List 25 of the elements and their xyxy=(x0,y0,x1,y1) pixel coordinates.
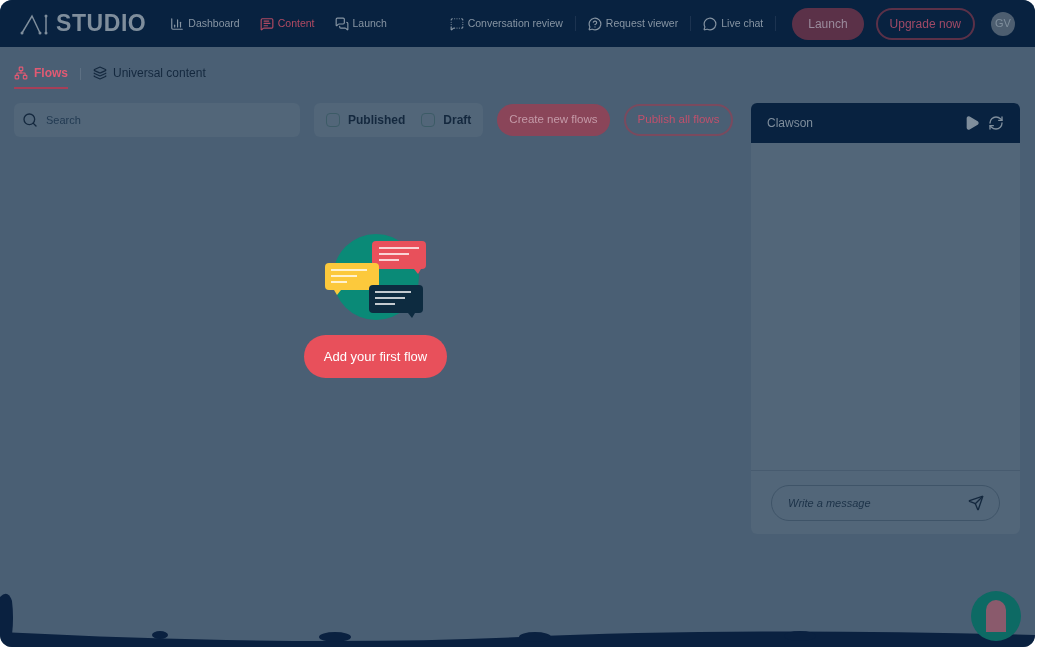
hierarchy-icon xyxy=(14,66,28,80)
tab[interactable]: Flows xyxy=(14,59,68,89)
upgrade-button[interactable]: Upgrade now xyxy=(875,7,975,40)
nav-link[interactable]: Launch xyxy=(334,15,387,32)
mascot-avatar[interactable] xyxy=(971,591,1021,641)
play-icon[interactable] xyxy=(964,115,980,131)
tool-link[interactable]: Request viewer xyxy=(575,15,692,32)
launch-button[interactable]: Launch xyxy=(792,7,864,40)
tool-link[interactable]: Conversation review xyxy=(437,15,576,32)
logo-text: STUDIO xyxy=(56,9,147,39)
chat-bubbles-icon xyxy=(334,16,349,31)
refresh-icon[interactable] xyxy=(988,115,1004,131)
chat-title: Clawson xyxy=(767,115,815,132)
send-icon[interactable] xyxy=(968,494,984,511)
layers-icon xyxy=(93,66,107,80)
bar-chart-icon xyxy=(170,16,185,31)
filter-label: Draft xyxy=(443,112,472,129)
create-flows-button[interactable]: Create new flows xyxy=(497,104,610,136)
add-flow-button[interactable]: Add your first flow xyxy=(303,335,448,378)
nav-link[interactable]: Content xyxy=(259,15,315,32)
nav-link[interactable]: Dashboard xyxy=(170,15,240,32)
question-icon xyxy=(587,16,602,31)
search-icon xyxy=(22,112,38,128)
filter-label: Published xyxy=(348,112,406,129)
tool-link[interactable]: Live chat xyxy=(691,15,777,32)
